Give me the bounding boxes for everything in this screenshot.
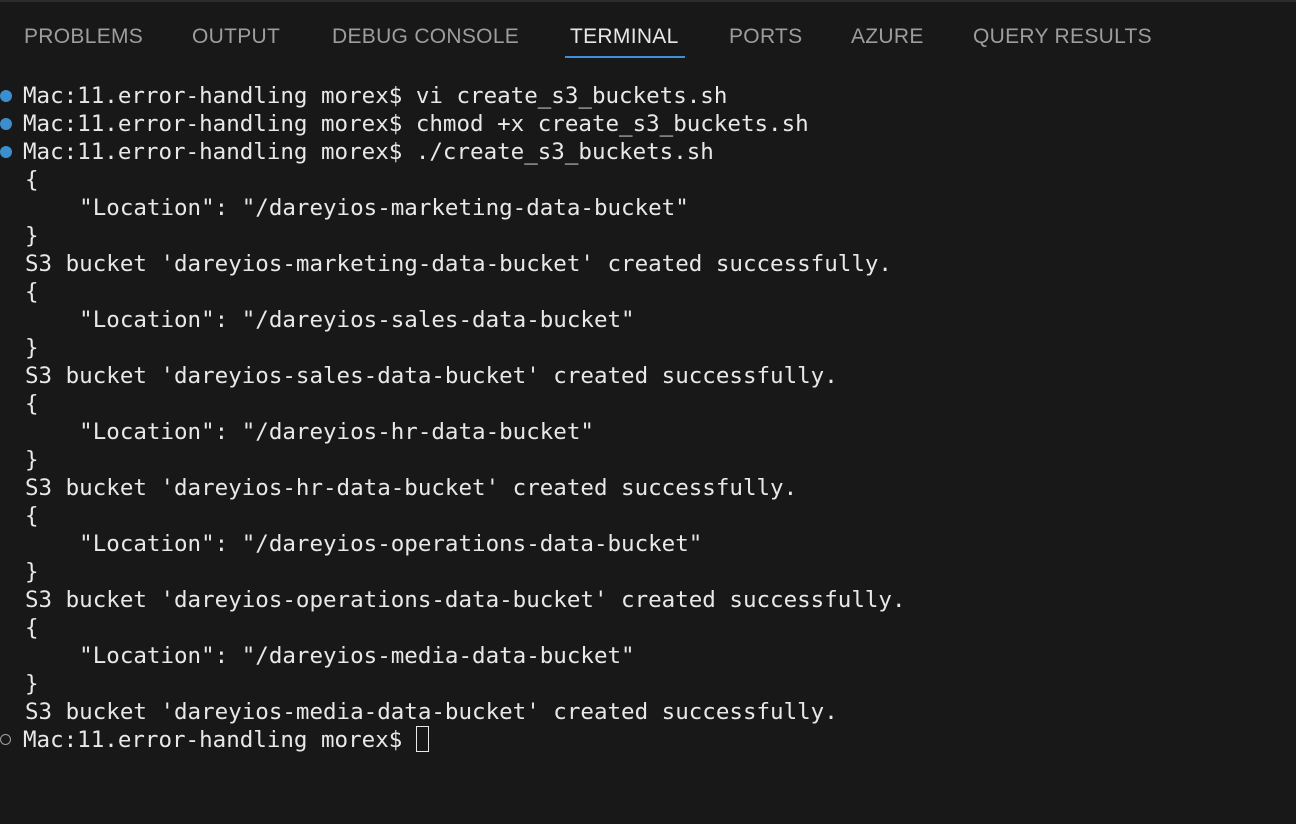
output-line: S3 bucket 'dareyios-operations-data-buck…	[25, 587, 906, 613]
command-text: vi create_s3_buckets.sh	[402, 83, 728, 109]
active-tab-indicator	[565, 56, 685, 58]
terminal-output[interactable]: Mac:11.error-handling morex$ vi create_s…	[0, 82, 1296, 824]
tab-terminal[interactable]: TERMINAL	[570, 24, 679, 52]
output-line: S3 bucket 'dareyios-media-data-bucket' c…	[25, 699, 838, 725]
command-line-active[interactable]: Mac:11.error-handling morex$	[23, 726, 429, 754]
prompt: Mac:11.error-handling morex$	[23, 727, 416, 753]
prompt: Mac:11.error-handling morex$	[23, 83, 403, 109]
command-line: Mac:11.error-handling morex$ ./create_s3…	[23, 138, 714, 166]
terminal-cursor	[415, 726, 429, 752]
output-line: "Location": "/dareyios-media-data-bucket…	[25, 643, 635, 669]
command-pending-dot-icon[interactable]	[0, 734, 11, 745]
command-success-dot-icon[interactable]	[0, 146, 12, 158]
output-line: S3 bucket 'dareyios-marketing-data-bucke…	[25, 251, 892, 277]
command-text: chmod +x create_s3_buckets.sh	[402, 111, 809, 137]
tab-debug-console[interactable]: DEBUG CONSOLE	[332, 24, 519, 52]
output-line: }	[25, 335, 39, 361]
tab-problems[interactable]: PROBLEMS	[24, 24, 143, 52]
output-line: S3 bucket 'dareyios-sales-data-bucket' c…	[25, 363, 838, 389]
prompt: Mac:11.error-handling morex$	[23, 111, 403, 137]
command-line: Mac:11.error-handling morex$ chmod +x cr…	[23, 110, 809, 138]
output-line: "Location": "/dareyios-sales-data-bucket…	[25, 307, 635, 333]
output-line: }	[25, 447, 39, 473]
output-line: {	[25, 167, 39, 193]
output-line: S3 bucket 'dareyios-hr-data-bucket' crea…	[25, 475, 798, 501]
output-line: }	[25, 223, 39, 249]
output-line: {	[25, 503, 39, 529]
output-line: "Location": "/dareyios-hr-data-bucket"	[25, 419, 594, 445]
terminal-panel: PROBLEMS OUTPUT DEBUG CONSOLE TERMINAL P…	[0, 0, 1296, 824]
tab-output[interactable]: OUTPUT	[192, 24, 280, 52]
command-text: ./create_s3_buckets.sh	[402, 139, 714, 165]
output-line: }	[25, 559, 39, 585]
prompt: Mac:11.error-handling morex$	[23, 139, 403, 165]
tab-azure[interactable]: AZURE	[851, 24, 924, 52]
tab-query-results[interactable]: QUERY RESULTS	[973, 24, 1152, 52]
output-line: {	[25, 391, 39, 417]
output-line: }	[25, 671, 39, 697]
tab-ports[interactable]: PORTS	[729, 24, 802, 52]
output-line: "Location": "/dareyios-operations-data-b…	[25, 531, 703, 557]
output-line: {	[25, 615, 39, 641]
command-success-dot-icon[interactable]	[0, 118, 12, 130]
command-success-dot-icon[interactable]	[0, 90, 12, 102]
command-line: Mac:11.error-handling morex$ vi create_s…	[23, 82, 727, 110]
output-line: "Location": "/dareyios-marketing-data-bu…	[25, 195, 689, 221]
output-line: {	[25, 279, 39, 305]
panel-tab-bar: PROBLEMS OUTPUT DEBUG CONSOLE TERMINAL P…	[0, 0, 1296, 62]
